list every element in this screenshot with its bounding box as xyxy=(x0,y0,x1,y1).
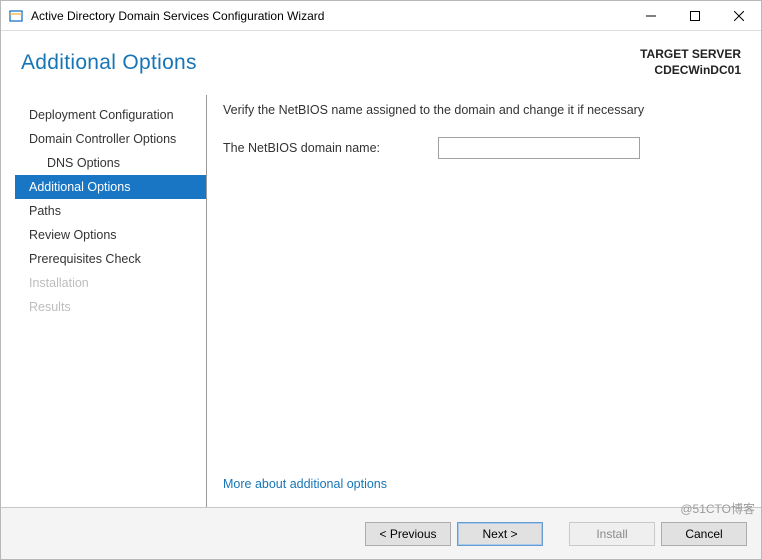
next-button[interactable]: Next > xyxy=(457,522,543,546)
body-area: Deployment Configuration Domain Controll… xyxy=(1,85,761,507)
app-icon xyxy=(7,7,25,25)
target-server-box: TARGET SERVER CDECWinDC01 xyxy=(640,47,741,78)
more-about-link[interactable]: More about additional options xyxy=(223,477,737,507)
netbios-row: The NetBIOS domain name: xyxy=(223,137,737,159)
page-title: Additional Options xyxy=(21,51,197,75)
nav-additional-options[interactable]: Additional Options xyxy=(15,175,206,199)
footer: < Previous Next > Install Cancel xyxy=(1,507,761,559)
window-controls xyxy=(629,1,761,30)
minimize-button[interactable] xyxy=(629,1,673,30)
nav-paths[interactable]: Paths xyxy=(15,199,200,223)
nav-results: Results xyxy=(15,295,200,319)
close-button[interactable] xyxy=(717,1,761,30)
wizard-window: Active Directory Domain Services Configu… xyxy=(0,0,762,560)
maximize-button[interactable] xyxy=(673,1,717,30)
window-title: Active Directory Domain Services Configu… xyxy=(31,9,629,23)
target-server-name: CDECWinDC01 xyxy=(640,63,741,79)
header-band: Additional Options TARGET SERVER CDECWin… xyxy=(1,31,761,85)
nav-deployment-configuration[interactable]: Deployment Configuration xyxy=(15,103,200,127)
cancel-button[interactable]: Cancel xyxy=(661,522,747,546)
nav-review-options[interactable]: Review Options xyxy=(15,223,200,247)
nav-prerequisites-check[interactable]: Prerequisites Check xyxy=(15,247,200,271)
sidebar: Deployment Configuration Domain Controll… xyxy=(15,95,207,507)
netbios-label: The NetBIOS domain name: xyxy=(223,141,428,155)
nav-dns-options[interactable]: DNS Options xyxy=(15,151,200,175)
install-button: Install xyxy=(569,522,655,546)
nav-domain-controller-options[interactable]: Domain Controller Options xyxy=(15,127,200,151)
target-server-label: TARGET SERVER xyxy=(640,47,741,63)
previous-button[interactable]: < Previous xyxy=(365,522,451,546)
content-pane: Verify the NetBIOS name assigned to the … xyxy=(207,95,747,507)
netbios-input[interactable] xyxy=(438,137,640,159)
instruction-text: Verify the NetBIOS name assigned to the … xyxy=(223,103,737,117)
titlebar: Active Directory Domain Services Configu… xyxy=(1,1,761,31)
nav-installation: Installation xyxy=(15,271,200,295)
